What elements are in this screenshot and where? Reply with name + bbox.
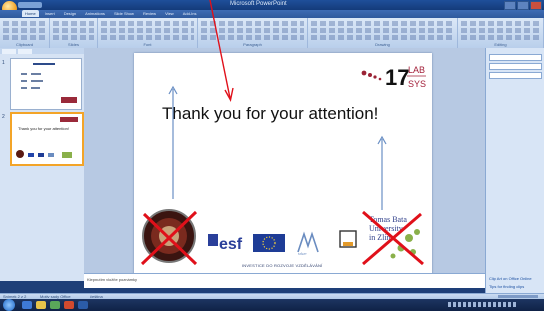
media-icon[interactable] (50, 301, 60, 309)
annotation-arrow-red (209, 0, 234, 102)
tab-home[interactable]: Home (22, 10, 39, 17)
results-type-select[interactable] (489, 72, 542, 79)
close-button[interactable] (530, 1, 542, 10)
svg-text:MŠMT: MŠMT (298, 251, 307, 256)
tab-insert[interactable]: Insert (42, 10, 58, 17)
quick-access-toolbar[interactable] (18, 2, 42, 8)
slide-title[interactable]: Thank you for your attention! (162, 104, 378, 124)
ribbon-group-slides[interactable]: Slides (50, 18, 98, 48)
university-seal-logo (140, 209, 198, 266)
taskbar (0, 299, 544, 311)
slide-number: 1 (2, 60, 5, 66)
slide-thumbnail-1[interactable] (10, 58, 82, 110)
ribbon-group-font[interactable]: Font (98, 18, 198, 48)
search-input[interactable] (489, 54, 542, 61)
start-button[interactable] (3, 299, 15, 311)
ribbon: Clipboard Slides Font Paragraph Drawing … (0, 18, 544, 49)
lab-sys-logo: 17 LAB SYS (358, 59, 428, 93)
explorer-icon[interactable] (36, 301, 46, 309)
slide-canvas: 17 LAB SYS Thank you for your attention!… (84, 48, 485, 275)
eu-flag-logo (253, 234, 285, 252)
svg-text:17: 17 (385, 65, 409, 90)
annotation-arrow-up-right (377, 135, 387, 210)
zoom-slider[interactable] (498, 295, 538, 298)
tab-slides[interactable] (2, 49, 16, 54)
svg-text:esf: esf (219, 236, 243, 253)
slide-thumbnail-2[interactable]: Thank you for your attention! (10, 112, 84, 166)
ribbon-tabs: Home Insert Design Animations Slide Show… (0, 10, 544, 18)
msmt-logo: MŠMT (297, 231, 319, 256)
tab-add-ins[interactable]: Add-Ins (180, 10, 200, 17)
tab-slide-show[interactable]: Slide Show (111, 10, 137, 17)
slides-panel: 1 2 Thank you for your attention! (0, 48, 85, 281)
maximize-button[interactable] (517, 1, 529, 10)
annotation-arrow-up-left (168, 85, 178, 199)
tab-animations[interactable]: Animations (82, 10, 108, 17)
pane-title (486, 48, 544, 52)
powerpoint-taskbar-icon[interactable] (64, 301, 74, 309)
clip-art-pane: Clip Art on Office Online Tips for findi… (485, 48, 544, 293)
notes-placeholder: Klepnutím vložíte poznámky (87, 277, 138, 282)
ribbon-group-clipboard[interactable]: Clipboard (0, 18, 50, 48)
minimize-button[interactable] (504, 1, 516, 10)
system-tray[interactable] (448, 302, 518, 307)
clip-art-online-link[interactable]: Clip Art on Office Online (489, 276, 532, 281)
ie-icon[interactable] (22, 301, 32, 309)
notes-pane[interactable]: Klepnutím vložíte poznámky (84, 273, 485, 288)
esf-logo: esf (208, 234, 243, 253)
slide-number: 2 (2, 114, 5, 120)
slides-panel-tabs (0, 48, 84, 54)
window-controls (504, 1, 542, 10)
tab-design[interactable]: Design (61, 10, 79, 17)
svg-text:SYS: SYS (408, 79, 426, 89)
search-in-select[interactable] (489, 63, 542, 70)
university-dots-logo: Tomas Bata University in Zlín (362, 210, 424, 266)
ribbon-group-drawing[interactable]: Drawing (308, 18, 458, 48)
title-bar: Microsoft PowerPoint (0, 0, 544, 16)
slide-2[interactable]: 17 LAB SYS Thank you for your attention!… (134, 53, 432, 275)
slide-footer-text: INVESTICE DO ROZVOJE VZDĚLÁVÁNÍ (242, 263, 323, 268)
tab-outline[interactable] (18, 49, 32, 54)
svg-text:LAB: LAB (408, 65, 425, 75)
word-taskbar-icon[interactable] (78, 301, 88, 309)
tab-view[interactable]: View (162, 10, 177, 17)
tips-link[interactable]: Tips for finding clips (489, 284, 524, 289)
ribbon-group-editing[interactable]: Editing (458, 18, 544, 48)
tab-review[interactable]: Review (140, 10, 159, 17)
